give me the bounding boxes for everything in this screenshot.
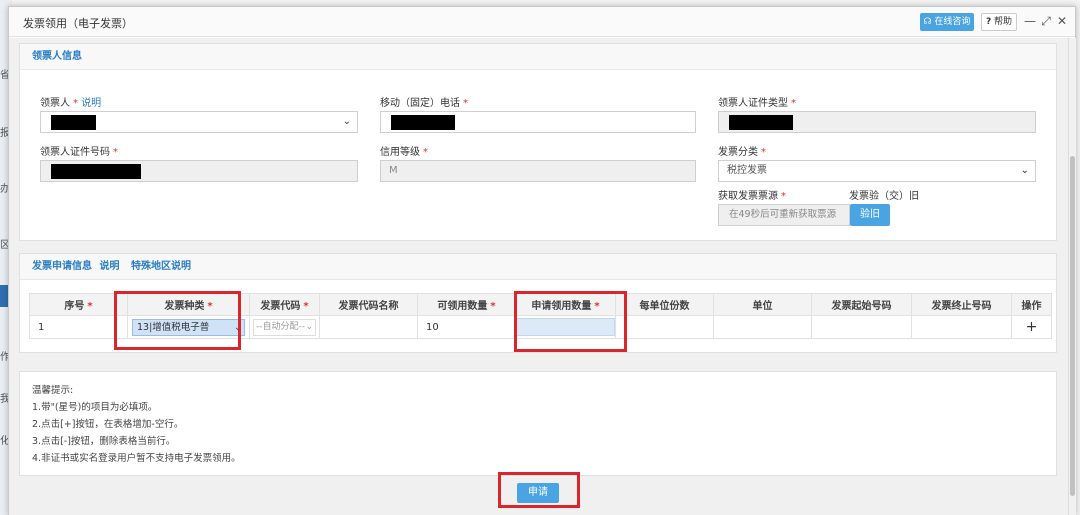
- tips-line: 2.点击[+]按钮，在表格增加-空行。: [32, 419, 184, 430]
- receiver-panel-title: 领票人信息: [20, 44, 1056, 70]
- table-header-cell: 发票终止号码: [911, 293, 1012, 316]
- maximize-icon[interactable]: ⤢: [1039, 14, 1053, 29]
- redacted-block: [729, 115, 793, 130]
- row-index: 1: [29, 315, 128, 339]
- invoice-category-label: 发票分类 *: [718, 147, 766, 158]
- redacted-block: [51, 164, 141, 179]
- code-cell: --自动分配-- ⌄: [249, 315, 320, 339]
- table-header-cell: 单位: [713, 293, 812, 316]
- redacted-block: [391, 115, 455, 130]
- scrollbar-thumb[interactable]: [1070, 156, 1075, 496]
- unit-cell: [713, 315, 812, 339]
- apply-panel-title: 发票申请信息 说明 特殊地区说明: [20, 254, 1056, 280]
- id-type-label: 领票人证件类型 *: [718, 98, 796, 109]
- receiver-select[interactable]: ⌄: [40, 111, 358, 133]
- receiver-label: 领票人 * 说明: [40, 98, 102, 109]
- table-header-cell: 序号 *: [29, 293, 128, 316]
- tips-line: 4.非证书或实名登录用户暂不支持电子发票领用。: [32, 453, 241, 464]
- invoice-category-select[interactable]: 税控发票 ⌄: [718, 160, 1036, 182]
- table-header-cell: 操作: [1011, 293, 1052, 316]
- id-type-field: [718, 111, 1036, 133]
- dialog-title: 发票领用（电子发票）: [23, 17, 133, 30]
- table-header-cell: 发票起始号码: [811, 293, 912, 316]
- tips-line: 3.点击[-]按钮，删除表格当前行。: [32, 436, 176, 447]
- minimize-icon[interactable]: —: [1023, 14, 1037, 28]
- add-row-button[interactable]: +: [1011, 315, 1052, 339]
- chevron-down-icon: ⌄: [1020, 165, 1029, 176]
- chevron-down-icon: ⌄: [342, 116, 351, 127]
- credit-label: 信用等级 *: [380, 147, 428, 158]
- end-no-cell: [911, 315, 1012, 339]
- table-header-cell: 发票代码 *: [249, 293, 320, 316]
- tips-panel: 温馨提示: 1.带"(星号)的项目为必填项。 2.点击[+]按钮，在表格增加-空…: [19, 371, 1057, 476]
- available-qty-cell: 10: [417, 315, 516, 339]
- special-region-link[interactable]: 特殊地区说明: [131, 261, 191, 272]
- check-old-label: 发票验（交）旧: [849, 191, 919, 202]
- code-select[interactable]: --自动分配-- ⌄: [253, 318, 316, 336]
- credit-field: M: [380, 160, 696, 182]
- start-no-cell: [811, 315, 912, 339]
- dialog-titlebar: 发票领用（电子发票） ☊ 在线咨询 ? 帮助 — ⤢ ✕: [9, 7, 1075, 37]
- highlight-box-submit: [498, 472, 580, 508]
- tips-line: 1.带"(星号)的项目为必填项。: [32, 402, 158, 413]
- highlight-box-apply-qty: [514, 291, 627, 352]
- help-label: 帮助: [994, 17, 1013, 27]
- id-number-field: [40, 160, 358, 182]
- close-icon[interactable]: ✕: [1055, 14, 1069, 28]
- table-header-cell: 可领用数量 *: [417, 293, 516, 316]
- source-field: 在49秒后可重新获取票源: [718, 204, 850, 226]
- invoice-category-value: 税控发票: [727, 165, 767, 176]
- table-header-cell: 每单位份数: [615, 293, 714, 316]
- phone-label: 移动（固定）电话 *: [380, 98, 468, 109]
- redacted-block: [51, 115, 96, 130]
- help-button[interactable]: ? 帮助: [981, 13, 1017, 31]
- source-label: 获取发票票源 *: [718, 191, 786, 202]
- table-header-cell: 发票代码名称: [319, 293, 418, 316]
- invoice-dialog: 发票领用（电子发票） ☊ 在线咨询 ? 帮助 — ⤢ ✕ 领票人信息 领票人 * …: [8, 6, 1076, 515]
- headset-icon: ☊: [923, 17, 932, 27]
- apply-explain-link[interactable]: 说明: [99, 261, 119, 272]
- question-icon: ?: [985, 17, 992, 27]
- scrollbar[interactable]: [1068, 38, 1076, 515]
- id-number-label: 领票人证件号码 *: [40, 147, 118, 158]
- per-unit-cell: [615, 315, 714, 339]
- code-name-cell: [319, 315, 418, 339]
- receiver-explain-link[interactable]: 说明: [81, 98, 101, 109]
- check-old-button[interactable]: 验旧: [850, 204, 890, 226]
- dialog-content: 领票人信息 领票人 * 说明 ⌄ 移动（固定）电话 * 领票人证件类型 * 领票人证件…: [9, 38, 1069, 515]
- tips-title: 温馨提示:: [32, 385, 74, 396]
- receiver-panel: 领票人信息 领票人 * 说明 ⌄ 移动（固定）电话 * 领票人证件类型 * 领票人证件…: [19, 43, 1057, 241]
- code-placeholder: --自动分配--: [256, 321, 305, 332]
- highlight-box-invoice-type: [114, 291, 241, 350]
- online-consult-label: 在线咨询: [934, 17, 971, 27]
- chevron-down-icon: ⌄: [305, 319, 313, 335]
- phone-input[interactable]: [380, 111, 696, 133]
- online-consult-button[interactable]: ☊ 在线咨询: [920, 13, 974, 31]
